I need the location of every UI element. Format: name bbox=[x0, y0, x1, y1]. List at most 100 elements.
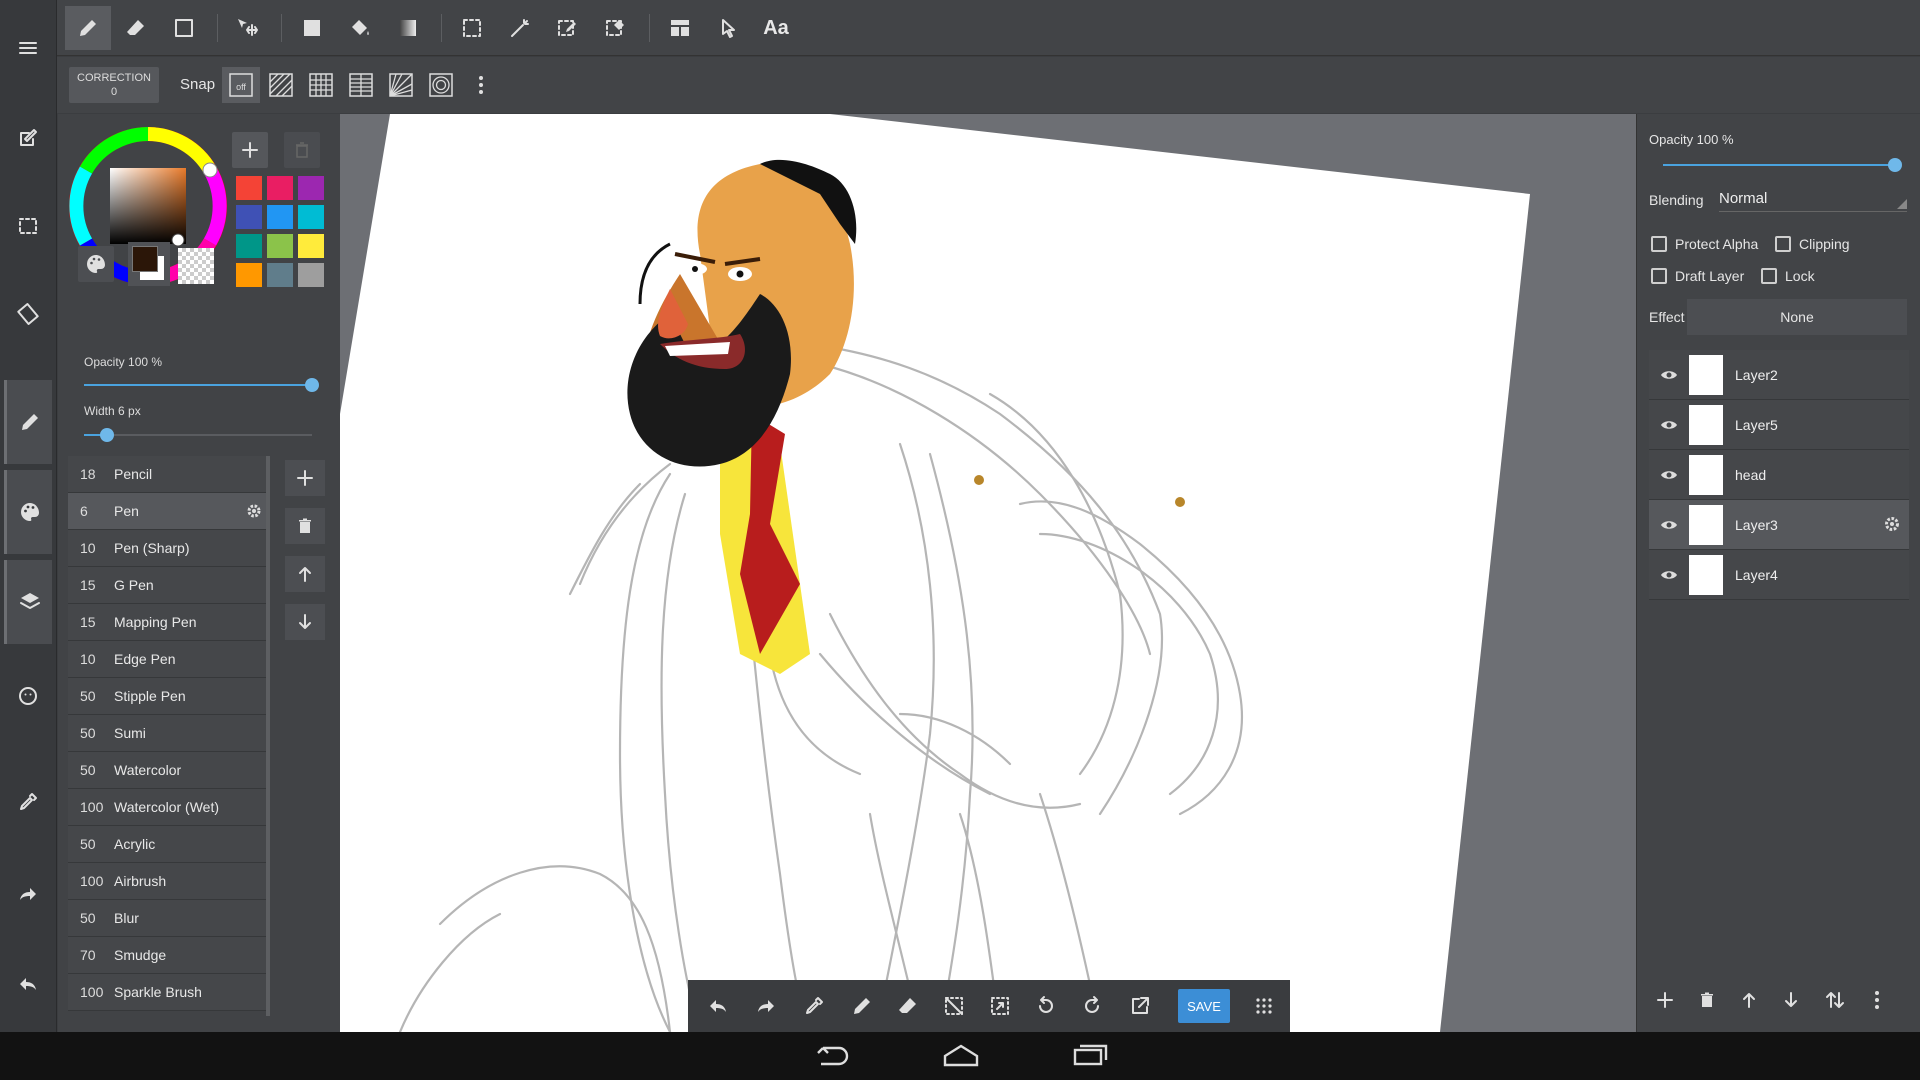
gear-icon[interactable] bbox=[246, 503, 262, 519]
palette-swatch[interactable] bbox=[298, 234, 324, 258]
nav-back-button[interactable] bbox=[815, 1042, 851, 1068]
merge-layer-button[interactable] bbox=[1817, 982, 1853, 1018]
protect-alpha-checkbox[interactable]: Protect Alpha bbox=[1651, 236, 1758, 252]
draft-layer-checkbox[interactable]: Draft Layer bbox=[1651, 268, 1744, 284]
eraser-quick-button[interactable] bbox=[888, 986, 928, 1026]
clipping-checkbox[interactable]: Clipping bbox=[1775, 236, 1850, 252]
brush-item[interactable]: 50 Stipple Pen bbox=[68, 678, 270, 715]
add-layer-button[interactable] bbox=[1647, 982, 1683, 1018]
palette-swatch[interactable] bbox=[236, 263, 262, 287]
snap-perspective-button[interactable] bbox=[342, 67, 380, 103]
brush-item[interactable]: 100 Airbrush bbox=[68, 863, 270, 900]
text-tool[interactable]: Aa bbox=[753, 6, 799, 50]
selection-menu-button[interactable] bbox=[4, 184, 52, 268]
rotate-canvas-button[interactable] bbox=[4, 272, 52, 356]
palette-swatch[interactable] bbox=[267, 176, 293, 200]
grid-menu-button[interactable] bbox=[1244, 986, 1284, 1026]
select-eraser-tool[interactable] bbox=[593, 6, 639, 50]
pen-tool[interactable] bbox=[65, 6, 111, 50]
snap-radial-button[interactable] bbox=[382, 67, 420, 103]
layer-panel-button[interactable] bbox=[4, 560, 52, 644]
layer-item[interactable]: Layer5 bbox=[1649, 400, 1909, 450]
layer-more-button[interactable] bbox=[1859, 982, 1895, 1018]
deselect-button[interactable] bbox=[934, 986, 974, 1026]
brush-item[interactable]: 70 Smudge bbox=[68, 937, 270, 974]
undo-button[interactable] bbox=[698, 986, 738, 1026]
layer-item[interactable]: Layer2 bbox=[1649, 350, 1909, 400]
palette-swatch[interactable] bbox=[236, 176, 262, 200]
menu-button[interactable] bbox=[4, 6, 52, 90]
brush-opacity-knob[interactable] bbox=[305, 378, 319, 392]
brush-item[interactable]: 50 Acrylic bbox=[68, 826, 270, 863]
brush-item[interactable]: 100 Watercolor (Wet) bbox=[68, 789, 270, 826]
material-button[interactable] bbox=[4, 654, 52, 738]
brush-list-scrollbar[interactable] bbox=[266, 456, 270, 1016]
transform-button[interactable] bbox=[980, 986, 1020, 1026]
layer-item[interactable]: head bbox=[1649, 450, 1909, 500]
nav-recents-button[interactable] bbox=[1072, 1042, 1108, 1068]
move-layer-down-button[interactable] bbox=[1773, 982, 1809, 1018]
palette-swatch[interactable] bbox=[236, 234, 262, 258]
add-color-button[interactable] bbox=[232, 132, 268, 168]
gear-icon[interactable] bbox=[1883, 515, 1901, 533]
add-brush-button[interactable] bbox=[285, 460, 325, 496]
share-button[interactable] bbox=[1120, 986, 1160, 1026]
eye-icon[interactable] bbox=[1649, 468, 1689, 482]
brush-item[interactable]: 50 Blur bbox=[68, 900, 270, 937]
move-tool[interactable] bbox=[225, 6, 271, 50]
drawing-canvas[interactable] bbox=[340, 114, 1636, 1032]
brush-item[interactable]: 18 Pencil bbox=[68, 456, 270, 493]
layer-item[interactable]: Layer3 bbox=[1649, 500, 1909, 550]
brush-item[interactable]: 10 Edge Pen bbox=[68, 641, 270, 678]
redo-rail-button[interactable] bbox=[4, 852, 52, 936]
save-button[interactable]: SAVE bbox=[1178, 989, 1230, 1023]
redo-button[interactable] bbox=[746, 986, 786, 1026]
color-panel-button[interactable] bbox=[4, 470, 52, 554]
eyedropper-button[interactable] bbox=[4, 760, 52, 844]
magic-wand-tool[interactable] bbox=[497, 6, 543, 50]
palette-swatch[interactable] bbox=[267, 234, 293, 258]
delete-layer-button[interactable] bbox=[1689, 982, 1725, 1018]
brush-opacity-slider[interactable] bbox=[84, 378, 319, 392]
operation-tool[interactable] bbox=[705, 6, 751, 50]
primary-color-swatch[interactable] bbox=[132, 246, 158, 272]
pen-quick-button[interactable] bbox=[842, 986, 882, 1026]
eyedropper-quick-button[interactable] bbox=[794, 986, 834, 1026]
eye-icon[interactable] bbox=[1649, 368, 1689, 382]
nav-home-button[interactable] bbox=[942, 1042, 980, 1068]
gradient-tool[interactable] bbox=[385, 6, 431, 50]
color-palette-button[interactable] bbox=[78, 246, 114, 282]
palette-swatch[interactable] bbox=[267, 205, 293, 229]
rotate-right-button[interactable] bbox=[1072, 986, 1112, 1026]
snap-grid-button[interactable] bbox=[302, 67, 340, 103]
blending-dropdown[interactable]: Normal bbox=[1719, 190, 1907, 212]
select-tool[interactable] bbox=[449, 6, 495, 50]
palette-swatch[interactable] bbox=[236, 205, 262, 229]
eraser-tool[interactable] bbox=[113, 6, 159, 50]
move-brush-down-button[interactable] bbox=[285, 604, 325, 640]
palette-swatch[interactable] bbox=[298, 176, 324, 200]
transparent-color-swatch[interactable] bbox=[178, 248, 214, 284]
bucket-tool[interactable] bbox=[337, 6, 383, 50]
brush-item[interactable]: 15 Mapping Pen bbox=[68, 604, 270, 641]
brush-width-slider[interactable] bbox=[84, 428, 312, 442]
fill-rect-tool[interactable] bbox=[289, 6, 335, 50]
undo-rail-button[interactable] bbox=[4, 942, 52, 1026]
rotate-left-button[interactable] bbox=[1026, 986, 1066, 1026]
edit-canvas-button[interactable] bbox=[4, 96, 52, 180]
more-options-button[interactable] bbox=[462, 67, 500, 103]
brush-item[interactable]: 50 Sumi bbox=[68, 715, 270, 752]
brush-panel-button[interactable] bbox=[4, 380, 52, 464]
eye-icon[interactable] bbox=[1649, 568, 1689, 582]
correction-button[interactable]: CORRECTION 0 bbox=[69, 67, 159, 103]
layer-item[interactable]: Layer4 bbox=[1649, 550, 1909, 600]
layer-opacity-slider[interactable] bbox=[1663, 158, 1902, 172]
delete-brush-button[interactable] bbox=[285, 508, 325, 544]
brush-item[interactable]: 6 Pen bbox=[68, 493, 270, 530]
layer-opacity-knob[interactable] bbox=[1888, 158, 1902, 172]
palette-swatch[interactable] bbox=[267, 263, 293, 287]
frame-tool[interactable] bbox=[657, 6, 703, 50]
delete-color-button[interactable] bbox=[284, 132, 320, 168]
snap-off-button[interactable]: off bbox=[222, 67, 260, 103]
brush-item[interactable]: 100 Sparkle Brush bbox=[68, 974, 270, 1011]
